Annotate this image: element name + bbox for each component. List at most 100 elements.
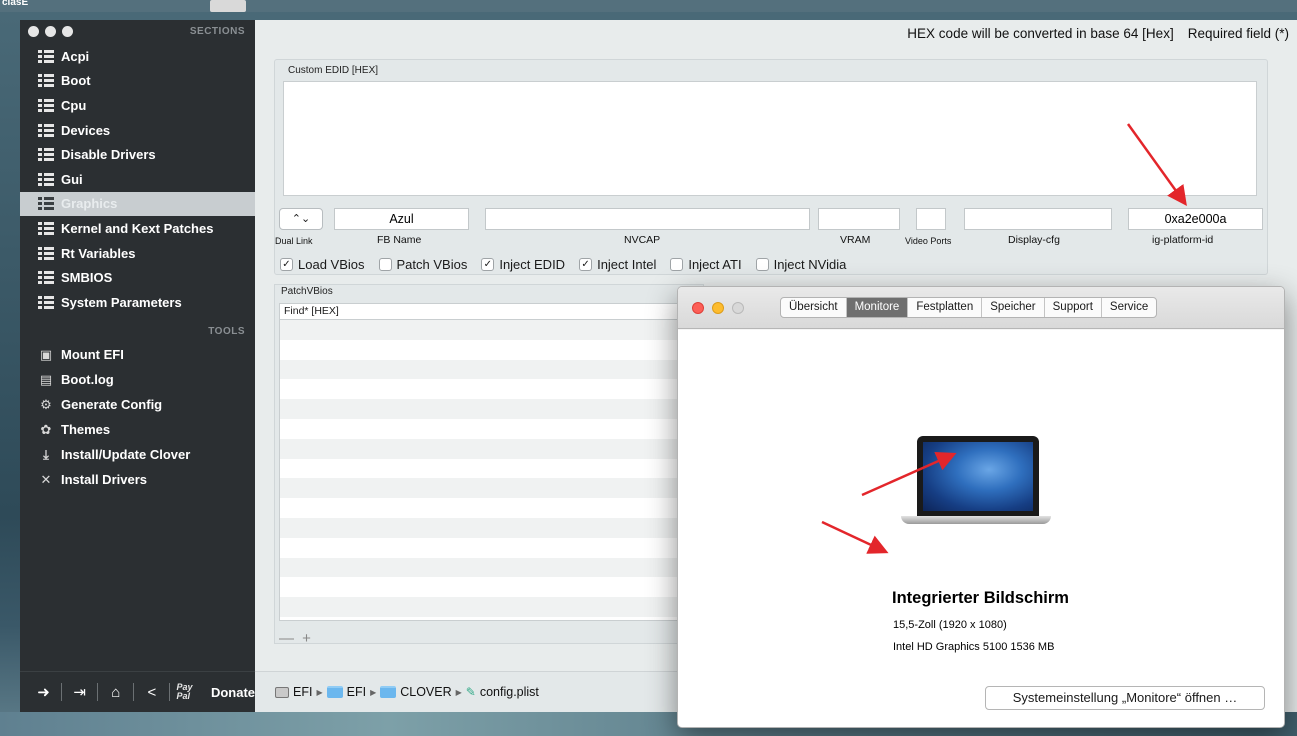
zoom-window-button[interactable] <box>732 302 744 314</box>
inject-edid-checkbox[interactable]: ✓ Inject EDID <box>481 257 565 272</box>
inject-intel-checkbox[interactable]: ✓ Inject Intel <box>579 257 656 272</box>
table-row[interactable] <box>280 517 708 538</box>
donate-label: Donate <box>210 684 256 700</box>
table-row[interactable] <box>280 577 708 597</box>
disk-icon <box>275 686 289 698</box>
table-row[interactable] <box>280 419 708 439</box>
tool-install-update-clover[interactable]: ⤓ Install/Update Clover <box>20 442 255 467</box>
patch-vbios-table[interactable]: Find* [HEX] <box>279 303 709 621</box>
minimize-window-button[interactable] <box>45 26 56 37</box>
path-crumb-config-plist[interactable]: ✎ config.plist <box>466 685 539 699</box>
sidebar-item-label: Devices <box>61 122 111 138</box>
tab-displays[interactable]: Monitore <box>846 298 909 317</box>
path-crumb-efi-folder[interactable]: EFI ▶ <box>326 685 381 699</box>
table-row[interactable] <box>280 340 708 360</box>
tool-label: Themes <box>61 422 111 437</box>
share-icon[interactable]: < <box>138 684 165 701</box>
open-displays-preferences-button[interactable]: Systemeinstellung „Monitore“ öffnen … <box>985 686 1265 710</box>
sysinfo-tab-bar: Übersicht Monitore Festplatten Speicher … <box>780 297 1158 318</box>
path-crumb-clover-folder[interactable]: CLOVER ▶ <box>380 685 466 699</box>
tab-service[interactable]: Service <box>1102 298 1156 317</box>
laptop-wallpaper <box>923 442 1033 511</box>
import-icon[interactable]: ➜ <box>30 683 57 701</box>
paypal-icon: Pay Pal <box>176 682 193 701</box>
table-row[interactable] <box>280 359 708 380</box>
custom-edid-textarea[interactable] <box>283 81 1257 196</box>
sidebar-item-disable-drivers[interactable]: Disable Drivers <box>20 142 255 167</box>
patch-vbios-checkbox[interactable]: Patch VBios <box>378 257 468 272</box>
table-row[interactable] <box>280 498 708 518</box>
sidebar-item-smbios[interactable]: SMBIOS <box>20 265 255 290</box>
table-row[interactable] <box>280 379 708 399</box>
table-row[interactable] <box>280 320 708 340</box>
home-icon[interactable]: ⌂ <box>102 684 129 701</box>
table-row[interactable] <box>280 478 708 499</box>
palette-icon: ✿ <box>40 421 52 437</box>
tab-memory[interactable]: Speicher <box>982 298 1045 317</box>
dual-link-stepper[interactable]: ⌃⌄ <box>279 208 323 230</box>
path-crumb-efi-volume[interactable]: EFI ▶ <box>275 685 327 699</box>
tab-overview[interactable]: Übersicht <box>781 298 847 317</box>
close-window-button[interactable] <box>28 26 39 37</box>
sysinfo-body: Integrierter Bildschirm 15,5-Zoll (1920 … <box>678 330 1284 727</box>
display-cfg-field[interactable] <box>964 208 1112 230</box>
tool-boot-log[interactable]: ▤ Boot.log <box>20 367 255 392</box>
find-column-header[interactable]: Find* [HEX] <box>280 304 708 320</box>
tool-mount-efi[interactable]: ▣ Mount EFI <box>20 342 255 367</box>
sidebar-item-rt-variables[interactable]: Rt Variables <box>20 241 255 266</box>
sidebar-item-devices[interactable]: Devices <box>20 118 255 143</box>
list-icon <box>38 148 54 162</box>
crumb-label: CLOVER <box>400 685 452 699</box>
ig-platform-id-field[interactable]: 0xa2e000a <box>1128 208 1263 230</box>
download-icon: ⤓ <box>43 446 49 462</box>
inject-nvidia-checkbox[interactable]: Inject NVidia <box>755 257 846 272</box>
close-window-button[interactable] <box>692 302 704 314</box>
sections-list: Acpi Boot Cpu Devices Disable Drivers Gu… <box>20 44 255 315</box>
table-row[interactable] <box>280 538 708 558</box>
list-icon <box>38 246 54 260</box>
sections-header: SECTIONS <box>189 26 245 37</box>
vram-label: VRAM <box>840 234 871 246</box>
checkbox-label: Inject ATI <box>688 257 742 272</box>
load-vbios-checkbox[interactable]: ✓ Load VBios <box>280 257 365 272</box>
tool-themes[interactable]: ✿ Themes <box>20 417 255 442</box>
minimize-window-button[interactable] <box>712 302 724 314</box>
table-row[interactable] <box>280 438 708 459</box>
nvcap-field[interactable] <box>485 208 810 230</box>
sidebar-item-system-parameters[interactable]: System Parameters <box>20 290 255 315</box>
sidebar-item-cpu[interactable]: Cpu <box>20 93 255 118</box>
list-icon <box>38 123 54 137</box>
sidebar-item-acpi[interactable]: Acpi <box>20 44 255 69</box>
export-icon[interactable]: ⇥ <box>66 683 93 701</box>
window-controls <box>28 26 73 37</box>
table-row[interactable] <box>280 459 708 479</box>
table-row[interactable] <box>280 557 708 578</box>
tools-list: ▣ Mount EFI ▤ Boot.log ⚙ Generate Config ✿ T… <box>20 342 255 492</box>
fb-name-field[interactable]: Azul <box>334 208 469 230</box>
sidebar-item-gui[interactable]: Gui <box>20 167 255 192</box>
add-remove-row-buttons[interactable]: — + <box>279 630 313 647</box>
laptop-screen <box>917 436 1039 516</box>
tab-support[interactable]: Support <box>1045 298 1102 317</box>
inject-ati-checkbox[interactable]: Inject ATI <box>670 257 742 272</box>
sidebar-item-label: Disable Drivers <box>61 147 156 163</box>
vram-field[interactable] <box>818 208 900 230</box>
tool-generate-config[interactable]: ⚙ Generate Config <box>20 392 255 417</box>
checkbox-label: Patch VBios <box>396 257 468 272</box>
tab-storage[interactable]: Festplatten <box>908 298 983 317</box>
table-row[interactable] <box>280 597 708 617</box>
sidebar-item-label: Acpi <box>61 48 90 64</box>
video-ports-field[interactable] <box>916 208 946 230</box>
footer-divider <box>133 683 135 701</box>
sidebar-item-kernel-and-kext-patches[interactable]: Kernel and Kext Patches <box>20 216 255 241</box>
tool-install-drivers[interactable]: ✕ Install Drivers <box>20 467 255 492</box>
sidebar-item-graphics[interactable]: Graphics <box>20 191 255 217</box>
donate-button[interactable]: Pay Pal Donate <box>176 683 255 701</box>
folder-icon <box>380 686 397 698</box>
table-row[interactable] <box>280 399 708 419</box>
sidebar-item-boot[interactable]: Boot <box>20 69 255 94</box>
chevron-right-icon: ▶ <box>455 687 462 697</box>
tool-label: Mount EFI <box>61 347 124 362</box>
zoom-window-button[interactable] <box>62 26 73 37</box>
footer-divider <box>61 683 63 701</box>
